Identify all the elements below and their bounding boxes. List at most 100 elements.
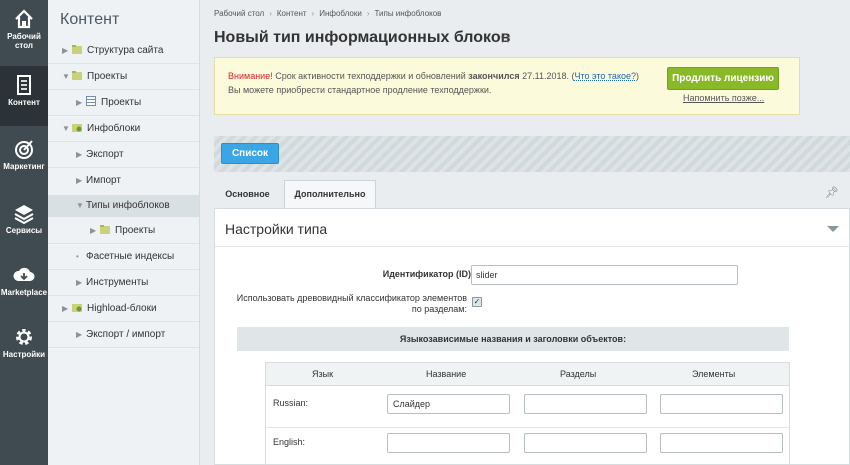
expand-arrow-icon[interactable]: ▶ <box>76 92 86 114</box>
sections-input-ru[interactable] <box>524 394 647 414</box>
extend-license-button[interactable]: Продлить лицензию <box>667 67 779 90</box>
license-warning: Внимание! Срок активности техподдержки и… <box>214 57 800 115</box>
rail-item-settings[interactable]: Настройки <box>0 318 48 378</box>
infoblock-icon <box>72 124 82 132</box>
tree-item-label: Проекты <box>101 97 142 108</box>
list-button[interactable]: Список <box>221 143 279 164</box>
warning-text-line2: Вы можете приобрести стандартное продлен… <box>228 85 492 95</box>
infoblock-icon <box>72 304 82 312</box>
warning-text: Внимание! Срок активности техподдержки и… <box>228 69 639 97</box>
tree-item-tools[interactable]: ▶ Инструменты <box>76 272 148 294</box>
elements-input-ru[interactable] <box>660 394 783 414</box>
expand-arrow-icon[interactable]: ▶ <box>90 220 100 242</box>
gear-icon <box>16 329 32 345</box>
what-is-this-link[interactable]: Что это такое? <box>574 71 636 81</box>
pin-icon[interactable]: 📌︎ <box>825 186 839 199</box>
rail-item-marketplace[interactable]: Marketplace <box>0 256 48 316</box>
id-label: Идентификатор (ID): <box>382 269 474 279</box>
expand-arrow-icon[interactable]: ▶ <box>76 272 86 294</box>
tree-item-label: Проекты <box>115 225 156 236</box>
rail-item-content[interactable]: Контент <box>0 66 48 126</box>
breadcrumb-item[interactable]: Типы инфоблоков <box>374 9 441 18</box>
breadcrumb-separator-icon: › <box>366 9 370 18</box>
id-input[interactable]: slider <box>471 265 738 285</box>
tree-classifier-label: Использовать древовидный классификатор э… <box>236 293 467 314</box>
breadcrumb-item[interactable]: Рабочий стол <box>214 9 264 18</box>
tree-item-infoblocks[interactable]: ▼ Инфоблоки <box>62 118 140 140</box>
rail-item-label: Маркетинг <box>3 162 45 171</box>
folder-icon <box>72 71 82 80</box>
layers-icon <box>14 205 34 224</box>
expand-arrow-icon[interactable]: ▶ <box>76 144 86 166</box>
tree-item-export-import[interactable]: ▶ Экспорт / импорт <box>76 324 165 346</box>
tab-additional[interactable]: Дополнительно <box>284 180 376 208</box>
rail-item-label: Рабочий стол <box>7 32 41 50</box>
rail-item-services[interactable]: Сервисы <box>0 194 48 254</box>
tree-item-iblock-types[interactable]: ▼ Типы инфоблоков <box>48 195 199 217</box>
tree-item-label: Инфоблоки <box>87 123 141 134</box>
warning-text-part: Срок активности техподдержки и обновлени… <box>272 71 469 81</box>
column-header: Название <box>426 369 467 379</box>
tab-main[interactable]: Основное <box>214 180 281 208</box>
warning-ended: закончился <box>468 71 520 81</box>
collapse-arrow-icon[interactable]: ▼ <box>62 118 72 140</box>
remind-later-link[interactable]: Напомнить позже... <box>683 93 764 103</box>
tree-item-projects-child[interactable]: ▶ Проекты <box>76 92 141 114</box>
tree-item-highload[interactable]: ▶ Highload-блоки <box>62 298 157 320</box>
target-icon <box>15 140 33 159</box>
panel-title: Настройки типа <box>225 221 328 237</box>
main-content: Рабочий стол › Контент › Инфоблоки › Типы инфо… <box>201 0 850 465</box>
column-header: Разделы <box>560 369 597 379</box>
cloud-download-icon <box>13 267 35 281</box>
tree-item-label: Инструменты <box>86 277 149 288</box>
tree-item-import[interactable]: ▶ Импорт <box>76 170 121 192</box>
tree-item-label: Структура сайта <box>87 45 164 56</box>
collapse-arrow-icon[interactable]: ▼ <box>76 195 86 217</box>
breadcrumb-separator-icon: › <box>311 9 315 18</box>
favorite-star-icon[interactable]: ☆ <box>499 30 512 47</box>
tree-item-label: Фасетные индексы <box>86 251 175 262</box>
warning-attention: Внимание! <box>228 71 273 81</box>
context-toolbar: Список <box>214 136 850 172</box>
rail-item-label: Настройки <box>2 350 46 359</box>
rail-item-marketing[interactable]: Маркетинг <box>0 130 48 190</box>
breadcrumb: Рабочий стол › Контент › Инфоблоки › Типы инфо… <box>214 9 441 18</box>
tree-item-label: Типы инфоблоков <box>86 200 170 211</box>
tree-item-facet-indexes[interactable]: • Фасетные индексы <box>76 246 174 268</box>
collapse-caret-icon[interactable] <box>827 226 839 232</box>
expand-arrow-icon[interactable]: ▶ <box>62 298 72 320</box>
tree-item-export[interactable]: ▶ Экспорт <box>76 144 124 166</box>
rail-item-label: Сервисы <box>5 226 43 235</box>
rail-item-label: Marketplace <box>0 288 48 297</box>
expand-arrow-icon[interactable]: ▶ <box>76 170 86 192</box>
row-language-label: Russian: <box>273 398 309 408</box>
sections-input-en[interactable] <box>524 433 647 453</box>
rail-item-label: Контент <box>8 98 40 107</box>
tree-item-label: Импорт <box>86 175 121 186</box>
rail-item-desktop[interactable]: Рабочий стол <box>0 0 48 60</box>
name-input-en[interactable] <box>387 433 510 453</box>
tree-item-label: Экспорт <box>86 149 124 160</box>
elements-input-en[interactable] <box>660 433 783 453</box>
expand-arrow-icon[interactable]: ▶ <box>62 40 72 62</box>
type-settings-panel: Настройки типа Идентификатор (ID): slide… <box>214 208 850 465</box>
row-language-label: English: <box>273 437 306 447</box>
expand-arrow-icon[interactable]: ▶ <box>76 324 86 346</box>
main-nav-rail: Рабочий стол Контент Маркетинг Сервисы M… <box>0 0 48 465</box>
tree-item-iblock-type-projects[interactable]: ▶ Проекты <box>90 220 155 242</box>
table-header: Язык Название Разделы Элементы <box>266 363 789 386</box>
name-input-ru[interactable]: Слайдер <box>387 394 510 414</box>
column-header: Язык <box>312 369 334 379</box>
column-header: Элементы <box>692 369 736 379</box>
tree-classifier-checkbox[interactable]: ✓ <box>472 297 482 307</box>
collapse-arrow-icon[interactable]: ▼ <box>62 66 72 88</box>
tree-title: Контент <box>60 11 120 28</box>
document-icon <box>17 75 31 95</box>
breadcrumb-item[interactable]: Контент <box>277 9 307 18</box>
tree-item-label: Проекты <box>87 71 128 82</box>
tree-item-projects-root[interactable]: ▼ Проекты <box>62 66 127 88</box>
folder-icon <box>72 45 82 54</box>
tree-item-site-structure[interactable]: ▶ Структура сайта <box>62 40 163 62</box>
tree-item-label: Экспорт / импорт <box>86 329 166 340</box>
breadcrumb-item[interactable]: Инфоблоки <box>319 9 362 18</box>
